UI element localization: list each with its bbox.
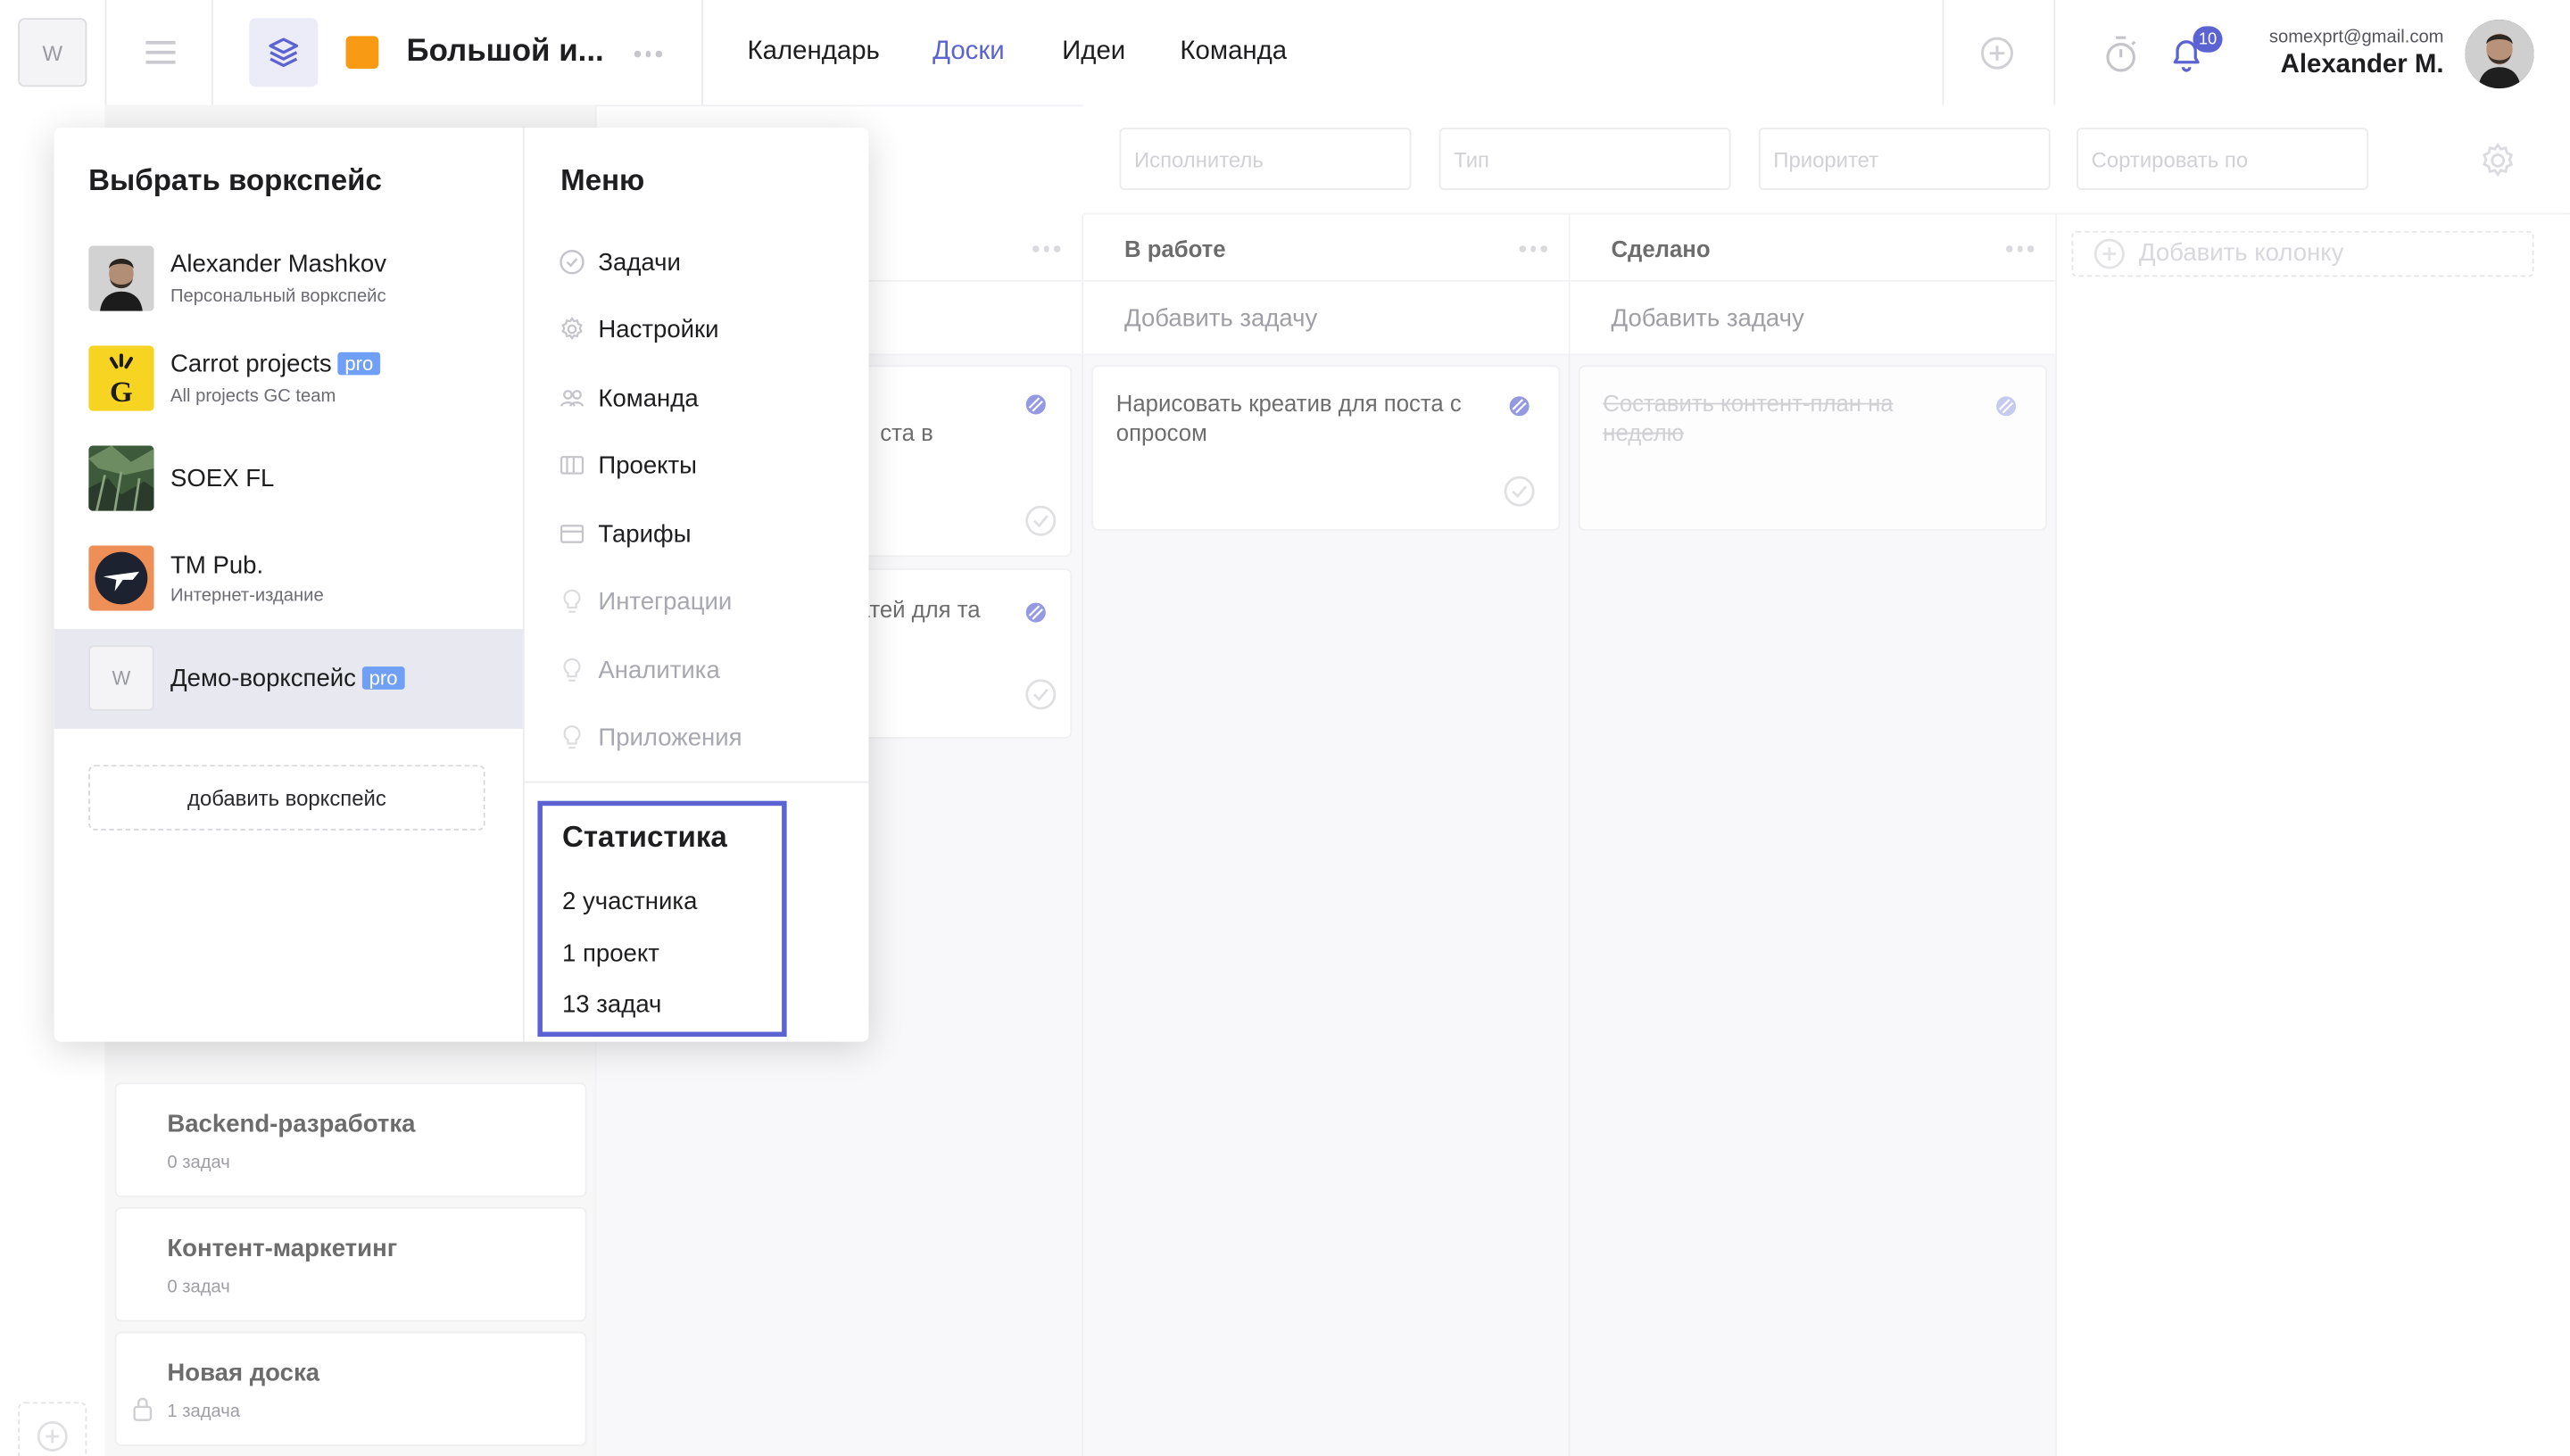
card-icon — [559, 521, 584, 547]
bulb-icon — [559, 588, 584, 614]
divider — [1942, 0, 1944, 105]
menu-item-team[interactable]: Команда — [559, 380, 699, 416]
workspace-list-panel: Выбрать воркспейс Alexander Mashkov Перс… — [54, 128, 525, 1042]
top-bar: W Большой и... Календарь Доски Идеи Кома… — [0, 0, 2570, 107]
divider — [701, 0, 703, 105]
layers-button[interactable] — [249, 18, 319, 87]
workspace-name: Alexander Mashkov — [170, 250, 386, 279]
user-email: somexprt@gmail.com — [2268, 28, 2444, 48]
stat-members: 2 участника — [561, 888, 698, 916]
menu-item-apps: Приложения — [559, 719, 742, 755]
app-root: W Большой и... Календарь Доски Идеи Кома… — [0, 0, 2570, 1456]
nav-ideas[interactable]: Идеи — [1062, 37, 1125, 67]
hamburger-icon[interactable] — [145, 37, 178, 67]
pro-badge: pro — [338, 352, 380, 376]
menu-item-label: Аналитика — [598, 656, 720, 684]
workspace-name-text: Демо-воркспейс — [170, 665, 356, 693]
add-workspace-button[interactable]: добавить воркспейс — [88, 765, 485, 831]
team-icon — [559, 385, 584, 410]
nav-boards[interactable]: Доски — [933, 37, 1005, 67]
notification-badge: 10 — [2193, 26, 2223, 53]
menu-item-label: Команда — [598, 384, 699, 412]
workspace-name: Carrot projects pro — [170, 351, 380, 378]
svg-text:G: G — [110, 376, 133, 409]
menu-item-label: Настройки — [598, 315, 719, 343]
menu-item-integrations: Интеграции — [559, 583, 732, 619]
projects-icon — [559, 452, 584, 478]
stats-highlight-box: Статистика 2 участника 1 проект 13 задач — [537, 800, 787, 1038]
workspaces-title: Выбрать воркспейс — [88, 163, 382, 197]
bulb-icon — [559, 657, 584, 682]
timer-icon[interactable] — [2102, 35, 2138, 74]
divider — [524, 781, 869, 783]
workspace-item[interactable]: G Carrot projects pro All projects GC tea… — [54, 329, 523, 429]
gear-icon — [559, 316, 584, 342]
stat-tasks: 13 задач — [561, 990, 662, 1019]
bulb-icon — [559, 724, 584, 749]
menu-item-tasks[interactable]: Задачи — [559, 244, 681, 280]
menu-title: Меню — [560, 163, 645, 197]
menu-item-settings[interactable]: Настройки — [559, 311, 719, 347]
workspace-name-text: Carrot projects — [170, 350, 332, 379]
workspace-subtitle: All projects GC team — [170, 386, 336, 407]
project-color-square — [345, 36, 379, 70]
user-name[interactable]: Alexander M. — [2281, 51, 2444, 80]
nav-team[interactable]: Команда — [1180, 37, 1287, 67]
tm-logo-icon — [88, 545, 154, 611]
menu-item-projects[interactable]: Проекты — [559, 447, 697, 483]
workspace-switcher-button[interactable]: W — [18, 18, 87, 87]
project-more-icon[interactable] — [634, 50, 662, 57]
user-avatar[interactable] — [2465, 20, 2534, 89]
divider — [211, 0, 213, 105]
workspace-name: SOEX FL — [170, 465, 275, 493]
workspace-item[interactable]: TM Pub. Интернет-издание — [54, 529, 523, 629]
divider — [104, 0, 107, 105]
workspace-item[interactable]: Alexander Mashkov Персональный воркспейс — [54, 229, 523, 329]
workspace-name: TM Pub. — [170, 551, 264, 580]
pro-badge: pro — [362, 666, 404, 690]
add-circle-icon[interactable] — [1980, 36, 2015, 70]
stat-projects: 1 проект — [561, 939, 659, 968]
menu-item-analytics: Аналитика — [559, 652, 720, 688]
workspace-popup: Выбрать воркспейс Alexander Mashkov Перс… — [54, 128, 869, 1042]
workspace-logo: W — [88, 645, 154, 711]
stats-title: Статистика — [561, 820, 727, 854]
menu-item-label: Приложения — [598, 723, 742, 751]
carrot-logo-icon: G — [88, 345, 154, 411]
divider — [2053, 0, 2056, 105]
menu-item-label: Задачи — [598, 248, 681, 277]
workspace-item[interactable]: SOEX FL — [54, 429, 523, 529]
menu-item-label: Интеграции — [598, 587, 733, 616]
project-title[interactable]: Большой и... — [407, 35, 604, 70]
workspace-name: Демо-воркспейс pro — [170, 665, 404, 693]
check-circle-icon — [559, 249, 584, 275]
menu-item-label: Тарифы — [598, 519, 692, 549]
nav-calendar[interactable]: Календарь — [748, 37, 880, 67]
menu-item-pricing[interactable]: Тарифы — [559, 516, 692, 551]
workspace-item-selected[interactable]: W Демо-воркспейс pro — [54, 628, 523, 729]
workspace-subtitle: Персональный воркспейс — [170, 286, 386, 307]
menu-item-label: Проекты — [598, 451, 697, 479]
photo-avatar-icon — [88, 245, 154, 311]
forest-photo-icon — [88, 445, 154, 511]
layers-icon — [266, 35, 302, 70]
workspace-subtitle: Интернет-издание — [170, 586, 324, 607]
